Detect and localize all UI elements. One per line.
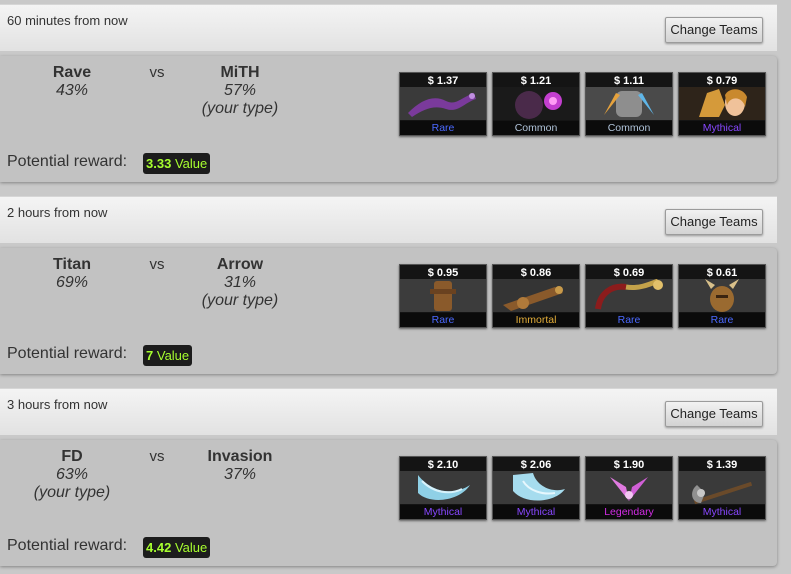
item-card[interactable]: $ 0.86 Immortal [492, 264, 580, 328]
potential-reward-label: Potential reward: [7, 537, 128, 554]
item-card[interactable]: $ 0.61 Rare [678, 264, 766, 328]
item-card[interactable]: $ 0.79 Mythical [678, 72, 766, 136]
item-price: $ 0.79 [706, 75, 738, 87]
winged-armor-item-icon [586, 87, 672, 120]
team-name: Titan [53, 256, 91, 273]
team-percentage: 57% [223, 82, 257, 99]
versus-label: vs [149, 256, 165, 273]
reward-amount: 7 [146, 348, 154, 363]
team-percentage: 31% [223, 274, 257, 291]
axe-item-icon [679, 471, 765, 504]
ice-blade-item-icon [400, 471, 486, 504]
item-card[interactable]: $ 0.69 Rare [585, 264, 673, 328]
cannon-item-icon [493, 279, 579, 312]
item-card[interactable]: $ 1.39 Mythical [678, 456, 766, 520]
potential-reward-label: Potential reward: [7, 345, 128, 362]
versus-label: vs [149, 448, 165, 465]
item-price: $ 1.90 [613, 459, 645, 471]
reward-value-badge: 7 Value [143, 345, 193, 366]
match-time: 2 hours from now [7, 205, 108, 220]
item-card[interactable]: $ 1.21 Common [492, 72, 580, 136]
reward-value-badge: 3.33 Value [143, 153, 211, 174]
item-rarity: Common [493, 121, 579, 135]
team-percentage: 63% [55, 466, 89, 483]
match-time: 3 hours from now [7, 397, 108, 412]
versus-label: vs [149, 64, 165, 81]
reward-unit: Value [174, 540, 208, 555]
team-percentage: 43% [55, 82, 89, 99]
item-rarity: Immortal [493, 313, 579, 327]
change-teams-button[interactable]: Change Teams [665, 401, 763, 427]
item-rarity: Rare [400, 313, 486, 327]
item-rarity: Rare [679, 313, 765, 327]
match-body: FD 63% (your type) vs Invasion 37% $ 2.1… [0, 440, 777, 566]
serpent-item-icon [400, 87, 486, 120]
reward-unit: Value [156, 348, 190, 363]
team-right: Arrow 31% (your type) [175, 256, 305, 310]
wooden-totem-item-icon [400, 279, 486, 312]
item-rarity: Mythical [400, 505, 486, 519]
team-name: MiTH [220, 64, 260, 81]
hero-portrait-item-icon [679, 87, 765, 120]
team-name: FD [61, 448, 83, 465]
team-left: FD 63% (your type) [7, 448, 137, 502]
team-percentage: 37% [223, 466, 257, 483]
team-your-type: (your type) [201, 100, 279, 117]
dark-hero-item-icon [493, 87, 579, 120]
item-rarity: Common [586, 121, 672, 135]
team-right: Invasion 37% [175, 448, 305, 484]
team-your-type: (your type) [201, 292, 279, 309]
match-time: 60 minutes from now [7, 13, 128, 28]
item-price: $ 0.95 [427, 267, 459, 279]
item-price: $ 0.61 [706, 267, 738, 279]
ice-shield-item-icon [493, 471, 579, 504]
item-card[interactable]: $ 2.06 Mythical [492, 456, 580, 520]
item-price: $ 1.39 [706, 459, 738, 471]
pink-wings-item-icon [586, 471, 672, 504]
reward-amount: 3.33 [146, 156, 172, 171]
change-teams-button[interactable]: Change Teams [665, 17, 763, 43]
item-rarity: Rare [586, 313, 672, 327]
match-body: Rave 43% vs MiTH 57% (your type) $ 1.37 … [0, 56, 777, 182]
item-rarity: Mythical [679, 121, 765, 135]
item-rarity: Rare [400, 121, 486, 135]
item-card[interactable]: $ 2.10 Mythical [399, 456, 487, 520]
match-header: 60 minutes from now Change Teams [0, 4, 777, 51]
item-rarity: Mythical [493, 505, 579, 519]
item-price: $ 1.21 [520, 75, 552, 87]
item-card[interactable]: $ 1.37 Rare [399, 72, 487, 136]
item-card[interactable]: $ 1.90 Legendary [585, 456, 673, 520]
item-price: $ 1.11 [614, 75, 644, 87]
item-price: $ 0.69 [613, 267, 645, 279]
item-card[interactable]: $ 1.11 Common [585, 72, 673, 136]
item-rarity: Mythical [679, 505, 765, 519]
match-header: 3 hours from now Change Teams [0, 388, 777, 435]
item-card[interactable]: $ 0.95 Rare [399, 264, 487, 328]
team-right: MiTH 57% (your type) [175, 64, 305, 118]
item-price: $ 2.06 [520, 459, 552, 471]
change-teams-button[interactable]: Change Teams [665, 209, 763, 235]
item-price: $ 2.10 [427, 459, 459, 471]
team-name: Rave [52, 64, 92, 81]
chain-item-icon [586, 279, 672, 312]
horned-helm-item-icon [679, 279, 765, 312]
item-rarity: Legendary [586, 505, 672, 519]
team-name: Invasion [207, 448, 273, 465]
reward-amount: 4.42 [146, 540, 172, 555]
team-your-type: (your type) [33, 484, 111, 501]
match-header: 2 hours from now Change Teams [0, 196, 777, 243]
item-price: $ 1.37 [427, 75, 459, 87]
reward-unit: Value [174, 156, 208, 171]
potential-reward-label: Potential reward: [7, 153, 128, 170]
team-percentage: 69% [55, 274, 89, 291]
team-left: Rave 43% [7, 64, 137, 100]
reward-value-badge: 4.42 Value [143, 537, 211, 558]
item-price: $ 0.86 [520, 267, 552, 279]
team-left: Titan 69% [7, 256, 137, 292]
team-name: Arrow [216, 256, 264, 273]
match-body: Titan 69% vs Arrow 31% (your type) $ 0.9… [0, 248, 777, 374]
